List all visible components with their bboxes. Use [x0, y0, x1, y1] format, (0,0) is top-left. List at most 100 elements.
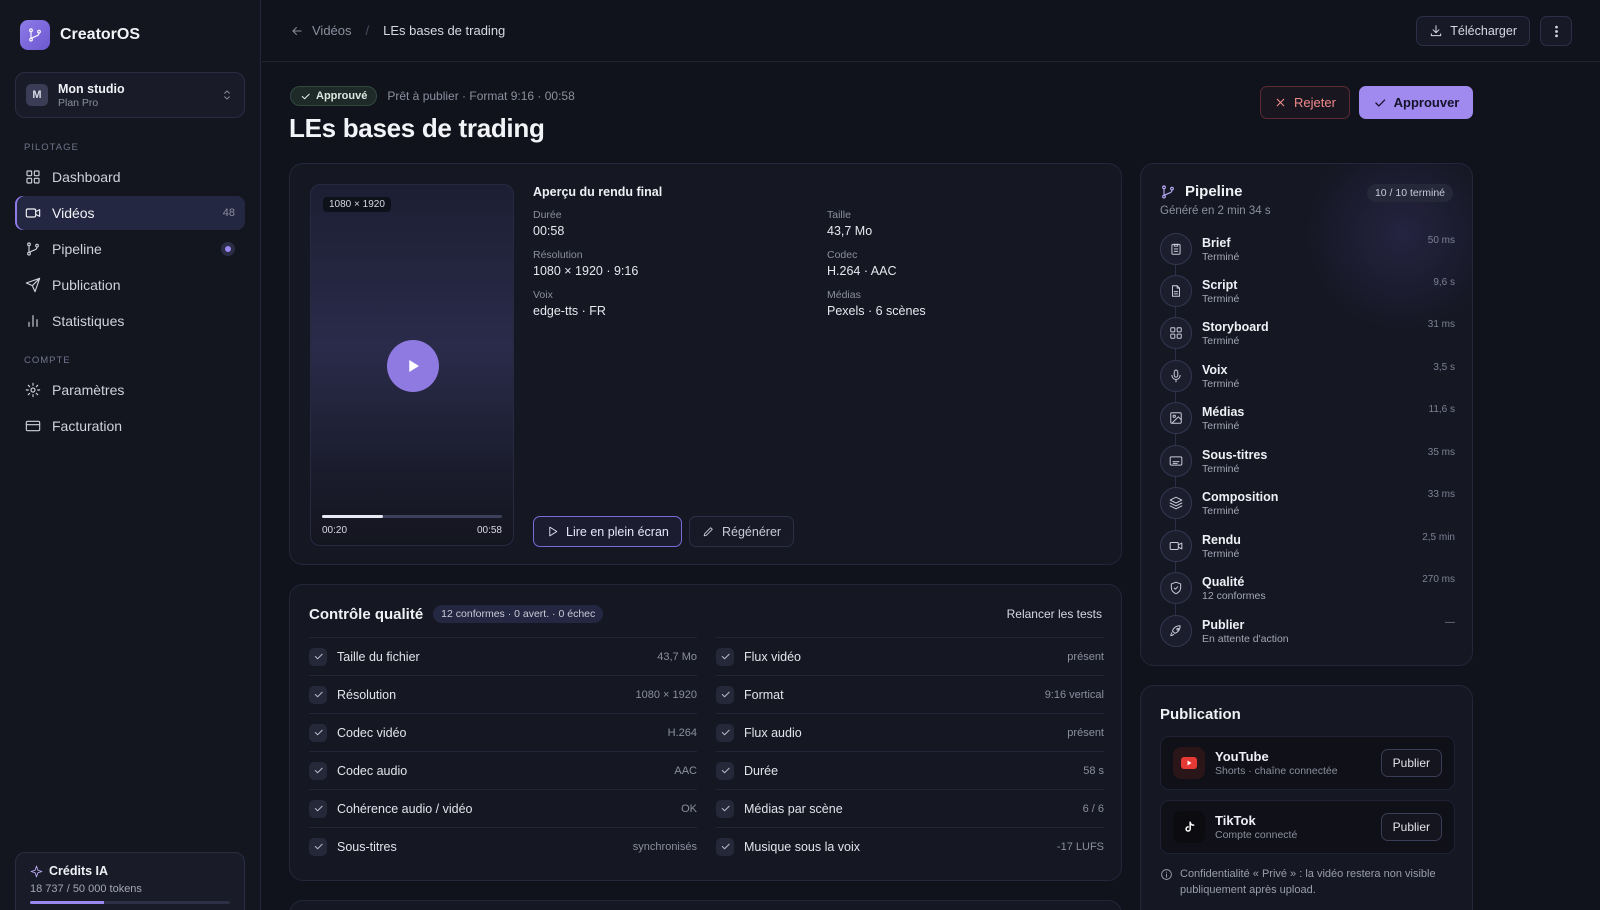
- step-name: Publier: [1202, 617, 1245, 632]
- breadcrumb-back-link[interactable]: Vidéos: [290, 23, 352, 38]
- credits-panel[interactable]: Crédits IA 18 737 / 50 000 tokens: [15, 852, 245, 910]
- page-title: LEs bases de trading: [289, 113, 545, 143]
- check-value: 58 s: [1083, 764, 1104, 777]
- pipeline-step-script[interactable]: Script Terminé 9,6 s: [1160, 274, 1455, 308]
- studio-switcher[interactable]: M Mon studio Plan Pro: [15, 72, 245, 118]
- check-icon: [309, 647, 327, 666]
- sidebar-item-pipeline[interactable]: Pipeline: [15, 232, 245, 266]
- step-state: Terminé: [1202, 292, 1240, 305]
- step-time: 35 ms: [1427, 447, 1455, 458]
- check-name: Codec vidéo: [337, 725, 407, 740]
- credits-progress-fill: [30, 901, 104, 904]
- regenerate-button[interactable]: Régénérer: [689, 516, 795, 547]
- pipeline-step-storyboard[interactable]: Storyboard Terminé 31 ms: [1160, 316, 1455, 350]
- field-value: 1080 × 1920 · 9:16: [533, 264, 639, 278]
- pipeline-step-sous-titres[interactable]: Sous-titres Terminé 35 ms: [1160, 444, 1455, 478]
- pipeline-step-composition[interactable]: Composition Terminé 33 ms: [1160, 486, 1455, 520]
- field-label: Voix: [533, 289, 553, 301]
- send-icon: [25, 277, 41, 293]
- check-name: Codec audio: [337, 763, 408, 778]
- pipeline-step-rendu[interactable]: Rendu Terminé 2,5 min: [1160, 529, 1455, 563]
- sidebar-item-label: Statistiques: [52, 313, 125, 329]
- video-progress[interactable]: [322, 515, 502, 518]
- download-button[interactable]: Télécharger: [1416, 16, 1530, 46]
- pipeline-step-medias[interactable]: Médias Terminé 11,6 s: [1160, 401, 1455, 435]
- sidebar-item-publication[interactable]: Publication: [15, 268, 245, 302]
- brand[interactable]: CreatorOS: [20, 20, 140, 50]
- check-value: synchronisés: [632, 840, 697, 853]
- captions-icon: [1160, 445, 1192, 477]
- pipeline-step-brief[interactable]: Brief Terminé 50 ms: [1160, 232, 1455, 266]
- field-voix: Voix edge-tts · FR: [533, 289, 606, 318]
- quality-check-row: Taille du fichier 43,7 Mo: [309, 637, 697, 675]
- quality-card: Contrôle qualité 12 conformes · 0 avert.…: [289, 584, 1122, 881]
- field-value: edge-tts · FR: [533, 304, 606, 318]
- bar-chart-icon: [25, 313, 41, 329]
- quality-list-right: Flux vidéo présent Format 9:16 vertical Fl…: [716, 637, 1104, 865]
- pipeline-step-publier[interactable]: Publier En attente d'action —: [1160, 614, 1455, 648]
- sidebar-item-dashboard[interactable]: Dashboard: [15, 160, 245, 194]
- page-meta: Approuvé Prêt à publier · Format 9:16 · …: [290, 86, 575, 106]
- resolution-badge: 1080 × 1920: [323, 197, 391, 212]
- rerun-tests-button[interactable]: Relancer les tests: [1007, 607, 1102, 621]
- pipeline-step-qualite[interactable]: Qualité 12 conformes 270 ms: [1160, 571, 1455, 605]
- approve-button[interactable]: Approuver: [1359, 86, 1473, 119]
- status-dot: [221, 242, 235, 256]
- field-label: Codec: [827, 249, 858, 261]
- grid-icon: [1160, 317, 1192, 349]
- publish-tiktok-button[interactable]: Publier: [1380, 813, 1442, 841]
- video-progress-fill: [322, 515, 384, 518]
- field-label: Durée: [533, 209, 562, 221]
- field-label: Résolution: [533, 249, 583, 261]
- breadcrumb-parent: Vidéos: [312, 23, 352, 38]
- pipeline-title: Pipeline: [1185, 183, 1243, 200]
- check-name: Résolution: [337, 687, 397, 702]
- step-state: 12 conformes: [1202, 589, 1266, 602]
- sidebar-item-label: Vidéos: [52, 205, 95, 221]
- pipeline-step-voix[interactable]: Voix Terminé 3,5 s: [1160, 359, 1455, 393]
- quality-check-row: Codec vidéo H.264: [309, 713, 697, 751]
- sidebar-item-statistiques[interactable]: Statistiques: [15, 304, 245, 338]
- step-state: Terminé: [1202, 334, 1240, 347]
- branch-icon: [1160, 184, 1176, 200]
- step-name: Brief: [1202, 235, 1231, 250]
- field-value: Pexels · 6 scènes: [827, 304, 926, 318]
- check-value: AAC: [674, 764, 697, 777]
- check-value: -17 LUFS: [1056, 840, 1104, 853]
- play-button[interactable]: [387, 340, 439, 392]
- current-time: 00:20: [322, 525, 348, 536]
- field-value: 43,7 Mo: [827, 224, 873, 238]
- check-value: 43,7 Mo: [657, 650, 697, 663]
- field-taille: Taille 43,7 Mo: [827, 209, 872, 238]
- publication-card: Publication YouTube Shorts · chaîne conn…: [1140, 685, 1473, 910]
- credits-title: Crédits IA: [49, 864, 109, 878]
- quality-check-row: Médias par scène 6 / 6: [716, 789, 1104, 827]
- check-name: Format: [744, 687, 784, 702]
- sidebar-item-videos[interactable]: Vidéos 48: [15, 196, 245, 230]
- step-time: —: [1445, 617, 1455, 628]
- quality-title: Contrôle qualité: [309, 605, 424, 623]
- download-label: Télécharger: [1450, 24, 1517, 38]
- reject-button[interactable]: Rejeter: [1260, 86, 1350, 119]
- image-icon: [1160, 402, 1192, 434]
- quality-summary-badge: 12 conformes · 0 avert. · 0 échec: [433, 605, 604, 623]
- step-state: Terminé: [1202, 250, 1240, 263]
- shield-check-icon: [1160, 572, 1192, 604]
- pipeline-progress-badge: 10 / 10 terminé: [1366, 184, 1453, 202]
- more-menu-button[interactable]: [1540, 16, 1572, 46]
- video-player[interactable]: 1080 × 1920 00:20 00:58: [310, 184, 514, 546]
- download-icon: [1429, 24, 1443, 38]
- platform-youtube: YouTube Shorts · chaîne connectée Publie…: [1160, 736, 1455, 790]
- sidebar-item-parametres[interactable]: Paramètres: [15, 373, 245, 407]
- sidebar-item-facturation[interactable]: Facturation: [15, 409, 245, 443]
- total-duration: 00:58: [476, 525, 502, 536]
- approve-label: Approuver: [1393, 95, 1460, 110]
- play-outline-icon: [546, 525, 559, 538]
- fullscreen-play-button[interactable]: Lire en plein écran: [533, 516, 682, 547]
- sidebar-item-label: Dashboard: [52, 169, 121, 185]
- field-value: H.264 · AAC: [827, 264, 897, 278]
- sidebar: CreatorOS M Mon studio Plan Pro PILOTAGE…: [0, 0, 261, 910]
- check-name: Musique sous la voix: [744, 839, 861, 854]
- step-state: En attente d'action: [1202, 632, 1289, 645]
- publish-youtube-button[interactable]: Publier: [1380, 749, 1442, 777]
